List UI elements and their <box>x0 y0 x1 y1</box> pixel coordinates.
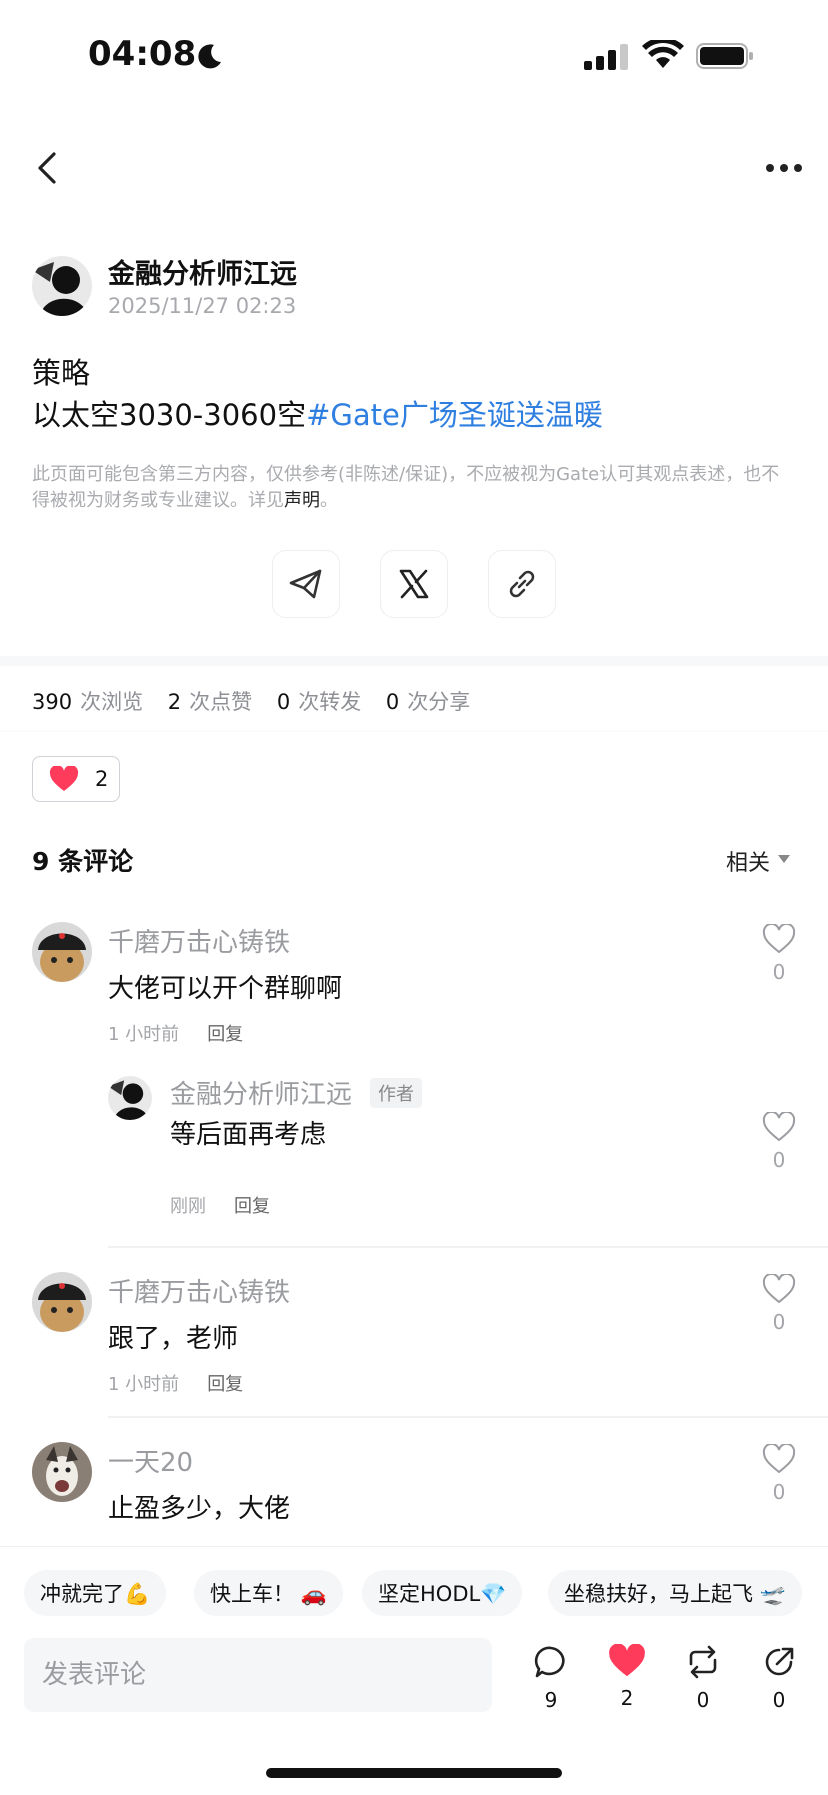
wifi-icon <box>642 40 684 68</box>
comment-divider <box>108 1246 828 1248</box>
author-badge: 作者 <box>370 1078 422 1108</box>
shares-count: 0 <box>385 690 400 714</box>
like-pill-count: 2 <box>95 767 109 791</box>
share-telegram-button[interactable] <box>272 550 340 618</box>
comment-action-count: 9 <box>544 1688 558 1712</box>
post-title: 策略 <box>32 356 91 390</box>
comment-divider <box>108 1416 828 1418</box>
quick-reply-chip[interactable]: 坐稳扶好，马上起飞 🛫 <box>548 1570 802 1616</box>
comment-text: 跟了，老师 <box>108 1324 239 1354</box>
commenter-avatar[interactable] <box>32 922 92 982</box>
reply-time: 刚刚 <box>170 1196 206 1217</box>
comment-meta: 1 小时前 回复 <box>108 1020 243 1046</box>
like-action[interactable]: 2 <box>602 1643 652 1710</box>
comment-input-box[interactable] <box>24 1638 492 1712</box>
post-stats: 390 次浏览 2 次点赞 0 次转发 0 次分享 <box>32 686 488 716</box>
link-icon <box>509 570 535 598</box>
disclaimer-text: 此页面可能包含第三方内容，仅供参考(非陈述/保证)，不应被视为Gate认可其观点… <box>32 464 780 511</box>
telegram-icon <box>289 569 322 599</box>
reposts-label: 次转发 <box>298 690 362 714</box>
comment-input[interactable] <box>24 1638 492 1712</box>
commenter-avatar[interactable] <box>32 1272 92 1332</box>
post-text: 以太空3030-3060空 <box>32 398 307 432</box>
comment-like-count: 0 <box>772 1480 786 1504</box>
share-action-count: 0 <box>772 1688 786 1712</box>
status-time: 04:08 <box>88 34 197 74</box>
comment-author[interactable]: 一天20 <box>108 1442 193 1479</box>
disclaimer-link[interactable]: 声明 <box>284 490 320 511</box>
signal-icon <box>584 44 628 70</box>
back-icon[interactable] <box>30 148 66 188</box>
comment-author[interactable]: 千磨万击心铸铁 <box>108 1272 290 1309</box>
heart-outline-icon[interactable] <box>762 1112 796 1142</box>
post-time: 2025/11/27 02:23 <box>108 294 297 318</box>
reply-button[interactable]: 回复 <box>207 1024 243 1045</box>
views-label: 次浏览 <box>80 690 144 714</box>
comment-icon <box>534 1646 565 1678</box>
caret-down-icon[interactable] <box>778 855 790 863</box>
home-indicator[interactable] <box>266 1768 562 1778</box>
share-icon <box>765 1647 794 1676</box>
quick-reply-chip[interactable]: 坚定HODL💎 <box>362 1570 523 1616</box>
repost-action[interactable]: 0 <box>678 1644 728 1712</box>
battery-icon <box>696 43 753 69</box>
comments-title: 9 条评论 <box>32 847 134 876</box>
reply-button[interactable]: 回复 <box>234 1196 270 1217</box>
like-action-count: 2 <box>620 1686 634 1710</box>
section-separator <box>0 656 828 666</box>
reply-button[interactable]: 回复 <box>207 1374 243 1395</box>
reply-text: 等后面再考虑 <box>170 1120 327 1150</box>
heart-outline-icon[interactable] <box>762 1274 796 1304</box>
comment-author[interactable]: 千磨万击心铸铁 <box>108 922 290 959</box>
post-body: 以太空3030-3060空#Gate广场圣诞送温暖 <box>32 392 603 434</box>
moon-icon <box>198 44 221 69</box>
reposts-count: 0 <box>276 690 291 714</box>
comment-action[interactable]: 9 <box>526 1644 576 1712</box>
commenter-avatar[interactable] <box>32 1442 92 1502</box>
repost-action-count: 0 <box>696 1688 710 1712</box>
reply-avatar[interactable] <box>108 1076 152 1120</box>
hashtag-link[interactable]: #Gate广场圣诞送温暖 <box>306 398 603 432</box>
heart-outline-icon[interactable] <box>762 924 796 954</box>
share-action[interactable]: 0 <box>754 1644 804 1712</box>
share-x-button[interactable] <box>380 550 448 618</box>
comment-like-count: 0 <box>772 960 786 984</box>
comment-meta: 1 小时前 回复 <box>108 1370 243 1396</box>
reply-author[interactable]: 金融分析师江远 <box>170 1074 352 1111</box>
comment-time: 1 小时前 <box>108 1024 180 1045</box>
shares-label: 次分享 <box>407 690 471 714</box>
comment-like-count: 0 <box>772 1310 786 1334</box>
more-icon[interactable] <box>764 158 804 178</box>
comment-text: 止盈多少，大佬 <box>108 1494 291 1524</box>
heart-filled-icon <box>49 766 79 791</box>
x-icon <box>399 569 429 599</box>
heart-outline-icon[interactable] <box>762 1444 796 1474</box>
heart-icon <box>609 1643 645 1677</box>
reply-meta: 刚刚 回复 <box>170 1192 270 1218</box>
disclaimer: 此页面可能包含第三方内容，仅供参考(非陈述/保证)，不应被视为Gate认可其观点… <box>32 462 796 514</box>
quick-reply-chip[interactable]: 快上车！ 🚗 <box>194 1570 343 1616</box>
likes-label: 次点赞 <box>189 690 253 714</box>
comment-text: 大佬可以开个群聊啊 <box>108 974 343 1004</box>
author-name[interactable]: 金融分析师江远 <box>108 252 297 291</box>
views-count: 390 <box>32 690 73 714</box>
reply-like-count: 0 <box>772 1148 786 1172</box>
quick-reply-chip[interactable]: 冲就完了💪 <box>24 1570 167 1616</box>
comment-time: 1 小时前 <box>108 1374 180 1395</box>
thin-separator <box>0 730 828 732</box>
like-pill-button[interactable]: 2 <box>32 756 120 802</box>
author-avatar[interactable] <box>32 256 92 316</box>
repost-icon <box>689 1645 717 1679</box>
likes-count: 2 <box>167 690 182 714</box>
copy-link-button[interactable] <box>488 550 556 618</box>
disclaimer-end: 。 <box>320 490 338 511</box>
sort-dropdown[interactable]: 相关 <box>726 845 770 877</box>
